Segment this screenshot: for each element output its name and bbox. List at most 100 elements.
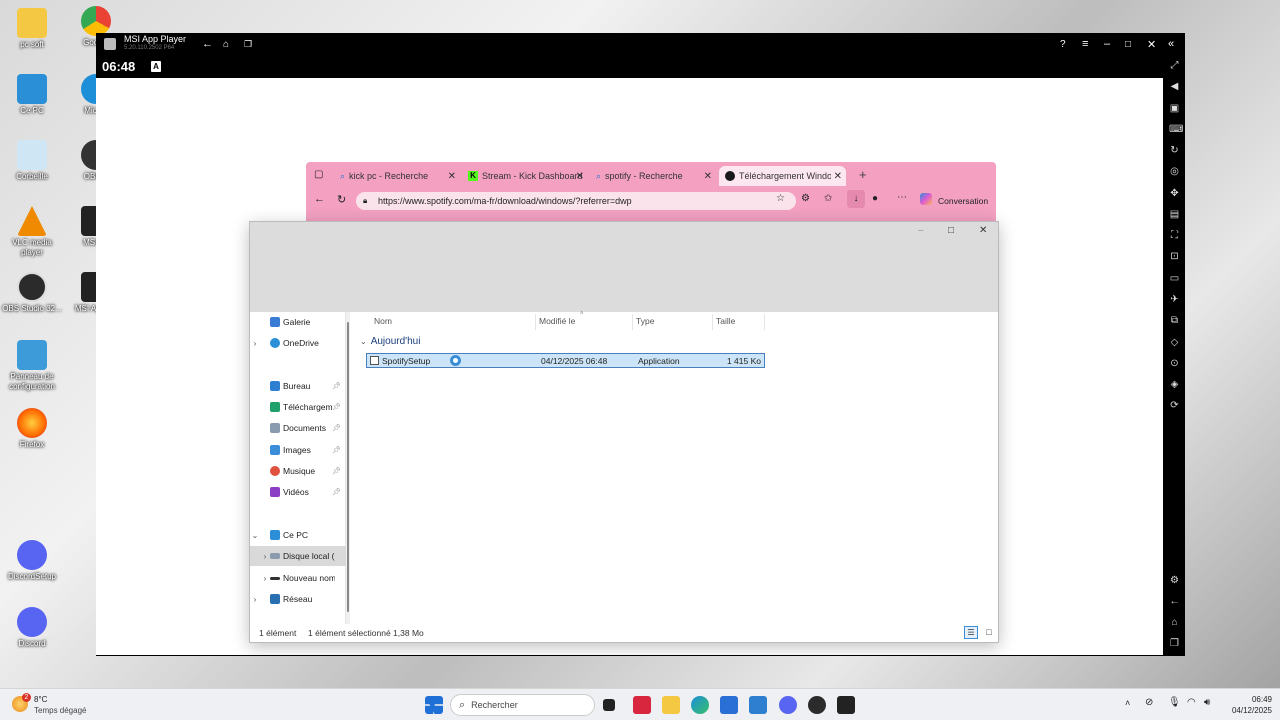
- store-icon[interactable]: [720, 696, 738, 714]
- msi-app-player-icon[interactable]: [837, 696, 855, 714]
- microphone-icon[interactable]: 🎙︎: [1168, 697, 1181, 708]
- help-icon[interactable]: ?: [1060, 39, 1066, 50]
- multi-instance-icon[interactable]: ⧉: [1169, 315, 1180, 326]
- file-row-spotifysetup[interactable]: SpotifySetup 04/12/2025 06:48 Applicatio…: [366, 353, 765, 368]
- desktop-icon-discord-setup[interactable]: DiscordSetup: [1, 540, 63, 582]
- volume-icon[interactable]: ◀: [1169, 81, 1180, 92]
- speaker-icon[interactable]: 🔊︎: [1204, 697, 1210, 708]
- chevron-right-icon[interactable]: ›: [250, 595, 260, 604]
- new-tab-icon[interactable]: +: [859, 167, 867, 182]
- favorite-icon[interactable]: ☆: [776, 193, 785, 204]
- android-home-icon[interactable]: ⌂: [1169, 617, 1180, 628]
- close-icon[interactable]: ✕: [1147, 38, 1156, 51]
- wifi-icon[interactable]: ◠: [1187, 697, 1196, 708]
- collapse-sidebar-icon[interactable]: «: [1168, 38, 1174, 50]
- tab-spotify-download[interactable]: Téléchargement Windows ✕: [719, 166, 846, 186]
- nav-galerie[interactable]: Galerie: [250, 312, 346, 332]
- no-sync-icon[interactable]: ⊘: [1145, 697, 1153, 708]
- nav-musique[interactable]: Musique 📌︎: [250, 461, 346, 481]
- tiles-view-icon[interactable]: □: [982, 626, 996, 639]
- tab-close-icon[interactable]: ✕: [704, 171, 712, 182]
- location-icon[interactable]: ⊙: [1169, 358, 1180, 369]
- chevron-up-icon[interactable]: ˄: [1125, 698, 1130, 708]
- column-header-name[interactable]: Nom: [374, 316, 392, 326]
- desktop-icon-corbeille[interactable]: Corbeille: [1, 140, 63, 182]
- profile-icon[interactable]: ●: [872, 193, 878, 204]
- android-recents-icon[interactable]: ❐: [1169, 638, 1180, 649]
- folder-icon[interactable]: ▭: [1169, 273, 1180, 284]
- copilot-label[interactable]: Conversation: [938, 196, 988, 206]
- tab-close-icon[interactable]: ✕: [448, 171, 456, 182]
- desktop-icon-pc-soft[interactable]: pc soft: [1, 8, 63, 50]
- column-header-modified[interactable]: Modifié le: [539, 316, 575, 326]
- eco-icon[interactable]: ◇: [1169, 337, 1180, 348]
- nav-images[interactable]: Images 📌︎: [250, 440, 346, 460]
- wps-office-icon[interactable]: [633, 696, 651, 714]
- maximize-icon[interactable]: □: [948, 225, 954, 236]
- minimize-icon[interactable]: –: [1104, 38, 1110, 50]
- chevron-down-icon[interactable]: ⌄: [360, 337, 367, 346]
- capture-icon[interactable]: ⊡: [1169, 251, 1180, 262]
- chevron-right-icon[interactable]: ›: [260, 574, 270, 583]
- column-header-size[interactable]: Taille: [716, 316, 735, 326]
- multi-window-icon[interactable]: ❐: [244, 39, 252, 50]
- nav-ce-pc[interactable]: ⌄ Ce PC: [250, 525, 346, 545]
- fullscreen-icon[interactable]: ⤢: [1169, 60, 1180, 71]
- screen-record-icon[interactable]: ▣: [1169, 103, 1180, 114]
- scrollbar-thumb[interactable]: [347, 322, 349, 612]
- gamepad-icon[interactable]: ✥: [1169, 188, 1180, 199]
- menu-icon[interactable]: ≡: [1082, 38, 1088, 50]
- settings-icon[interactable]: ⚙: [1169, 575, 1180, 586]
- more-icon[interactable]: ⋯: [897, 192, 907, 203]
- back-icon[interactable]: ←: [314, 193, 325, 205]
- outlook-icon[interactable]: [749, 696, 767, 714]
- start-icon[interactable]: [425, 696, 443, 714]
- airplane-icon[interactable]: ✈: [1169, 294, 1180, 305]
- chevron-right-icon[interactable]: ›: [250, 339, 260, 348]
- discord-icon[interactable]: [779, 696, 797, 714]
- keyboard-icon[interactable]: ⌨: [1169, 124, 1183, 135]
- screenshot-icon[interactable]: ⛶: [1169, 230, 1180, 241]
- back-icon[interactable]: ←: [202, 38, 213, 50]
- desktop-icon-vlc[interactable]: VLC media player: [1, 206, 63, 258]
- weather-widget[interactable]: 2 8°C Temps dégagé: [10, 693, 100, 717]
- refresh-icon[interactable]: ↻: [337, 193, 346, 206]
- nav-disque-local[interactable]: › Disque local (C: [250, 546, 346, 566]
- desktop-icon-firefox[interactable]: Firefox: [1, 408, 63, 450]
- group-header-today[interactable]: ⌄ Aujourd'hui: [360, 336, 420, 347]
- copilot-icon[interactable]: [920, 193, 932, 205]
- minimize-icon[interactable]: –: [918, 225, 924, 236]
- file-explorer-icon[interactable]: [662, 696, 680, 714]
- edge-icon[interactable]: [691, 696, 709, 714]
- desktop-icon-ce-pc[interactable]: Ce PC: [1, 74, 63, 116]
- nav-reseau[interactable]: › Réseau: [250, 589, 346, 609]
- layers-icon[interactable]: ◈: [1169, 379, 1180, 390]
- details-view-icon[interactable]: ☰: [964, 626, 978, 639]
- extensions-icon[interactable]: ⚙: [801, 193, 810, 204]
- desktop-icon-obs-studio[interactable]: OBS Studio 32...: [1, 272, 63, 314]
- favorites-icon[interactable]: ✩: [824, 193, 832, 204]
- sync-icon[interactable]: ⟳: [1169, 400, 1180, 411]
- nav-telechargements[interactable]: Téléchargem 📌︎: [250, 397, 346, 417]
- tab-close-icon[interactable]: ✕: [576, 171, 584, 182]
- obs-icon[interactable]: [808, 696, 826, 714]
- nav-nouveau-nom[interactable]: › Nouveau nom: [250, 568, 346, 588]
- tab-kick-dashboard[interactable]: K Stream - Kick Dashboard ✕: [462, 166, 588, 186]
- chevron-right-icon[interactable]: ›: [260, 552, 270, 561]
- tab-close-icon[interactable]: ✕: [834, 171, 842, 182]
- nav-scrollbar[interactable]: [346, 312, 350, 624]
- home-icon[interactable]: ⌂: [223, 39, 229, 50]
- nav-onedrive[interactable]: › OneDrive: [250, 333, 346, 353]
- nav-documents[interactable]: Documents 📌︎: [250, 418, 346, 438]
- desktop-icon-panneau[interactable]: Panneau de configuration: [1, 340, 63, 392]
- nav-bureau[interactable]: Bureau 📌︎: [250, 376, 346, 396]
- desktop-icon-discord[interactable]: Discord: [1, 607, 63, 649]
- maximize-icon[interactable]: □: [1125, 39, 1131, 50]
- task-view-icon[interactable]: [603, 699, 615, 711]
- address-bar[interactable]: 🔒︎ https://www.spotify.com/ma-fr/downloa…: [356, 192, 796, 210]
- taskbar-clock[interactable]: 06:49 04/12/2025: [1222, 694, 1272, 716]
- record-icon[interactable]: ◎: [1169, 166, 1180, 177]
- apk-icon[interactable]: ▤: [1169, 209, 1180, 220]
- tab-spotify-search[interactable]: ⌕ spotify - Recherche ✕: [590, 166, 716, 186]
- column-header-type[interactable]: Type: [636, 316, 654, 326]
